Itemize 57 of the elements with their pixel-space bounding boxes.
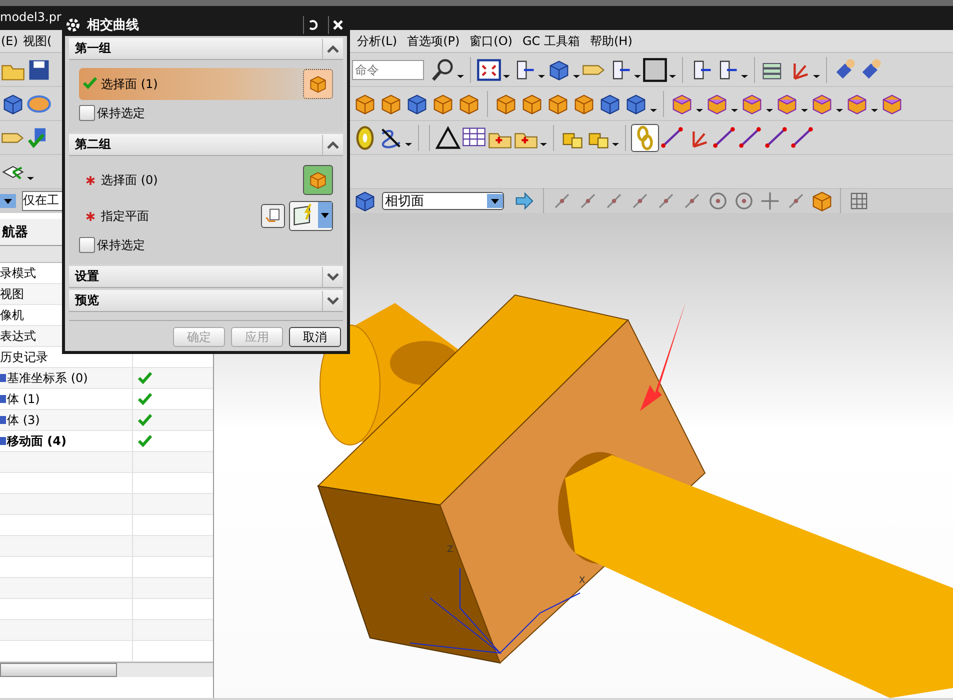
chain-icon[interactable] [631, 124, 659, 152]
group-title: 第一组 [74, 40, 111, 57]
menu-item[interactable]: 帮助(H) [584, 32, 638, 50]
reset-icon[interactable] [307, 19, 319, 31]
face-select-button[interactable] [303, 69, 333, 99]
fit-view-icon[interactable] [476, 56, 502, 82]
menu-item[interactable]: 分析(L) [352, 32, 402, 50]
menu-item[interactable]: 视图( [22, 32, 56, 50]
check-icon [138, 393, 152, 405]
tree-item[interactable]: 体 (1) [0, 389, 133, 409]
line-icon[interactable] [711, 124, 737, 150]
triangle-icon[interactable] [435, 124, 461, 150]
group-header[interactable]: 第一组 [69, 38, 343, 60]
axis-label: Z [447, 545, 454, 555]
selection-label: 选择面 (0) [101, 172, 159, 188]
plane-icon [264, 207, 282, 225]
selection-rule-dropdown[interactable]: 相切面 [382, 192, 504, 210]
checkbox[interactable] [79, 105, 95, 121]
group-header[interactable]: 第二组 [69, 134, 343, 156]
face-select-button[interactable] [303, 165, 333, 195]
dropdown-button[interactable] [0, 194, 16, 208]
check-icon [138, 435, 152, 447]
dialog-title: 相交曲线 [87, 16, 140, 34]
command-search-field[interactable]: 命令 [352, 60, 424, 80]
horizontal-scrollbar[interactable] [0, 662, 213, 677]
tree-item[interactable]: 移动面 (4) [0, 431, 133, 451]
group-title: 第二组 [74, 136, 111, 153]
dialog-button[interactable]: 取消 [289, 327, 341, 347]
check-icon [138, 414, 152, 426]
close-icon[interactable] [332, 19, 344, 31]
selection-row[interactable]: 选择面 (1) [79, 68, 333, 100]
plane-dropdown[interactable] [289, 201, 333, 231]
group-title: 设置 [74, 268, 99, 285]
caret-icon [4, 198, 12, 204]
rectangle-icon[interactable] [642, 56, 668, 82]
settings-icon[interactable] [65, 17, 81, 33]
checkbox[interactable] [79, 237, 95, 253]
checkbox-label: 保持选定 [97, 104, 145, 122]
selection-row[interactable]: 选择面 (0) [79, 164, 333, 196]
menu-item[interactable]: 首选项(P) [402, 32, 465, 50]
window-title: model3.pr [0, 10, 62, 26]
menu-item[interactable]: 窗口(O) [464, 32, 518, 50]
plane-dialog-button[interactable] [261, 204, 285, 228]
menu-item[interactable]: GC 工具箱 [517, 32, 585, 50]
line-icon[interactable] [659, 124, 685, 150]
selection-label: 选择面 (1) [101, 76, 159, 92]
line-icon[interactable] [789, 124, 815, 150]
group-title: 预览 [74, 292, 99, 309]
check-icon [83, 76, 97, 88]
axis-label: X [579, 576, 586, 586]
line-icon[interactable] [737, 124, 763, 150]
check-icon [138, 372, 152, 384]
group-header[interactable]: 预览 [69, 290, 343, 312]
menu-item[interactable]: (E) [0, 34, 22, 48]
caret-icon [491, 198, 499, 204]
line-icon[interactable] [763, 124, 789, 150]
group-header[interactable]: 设置 [69, 266, 343, 288]
